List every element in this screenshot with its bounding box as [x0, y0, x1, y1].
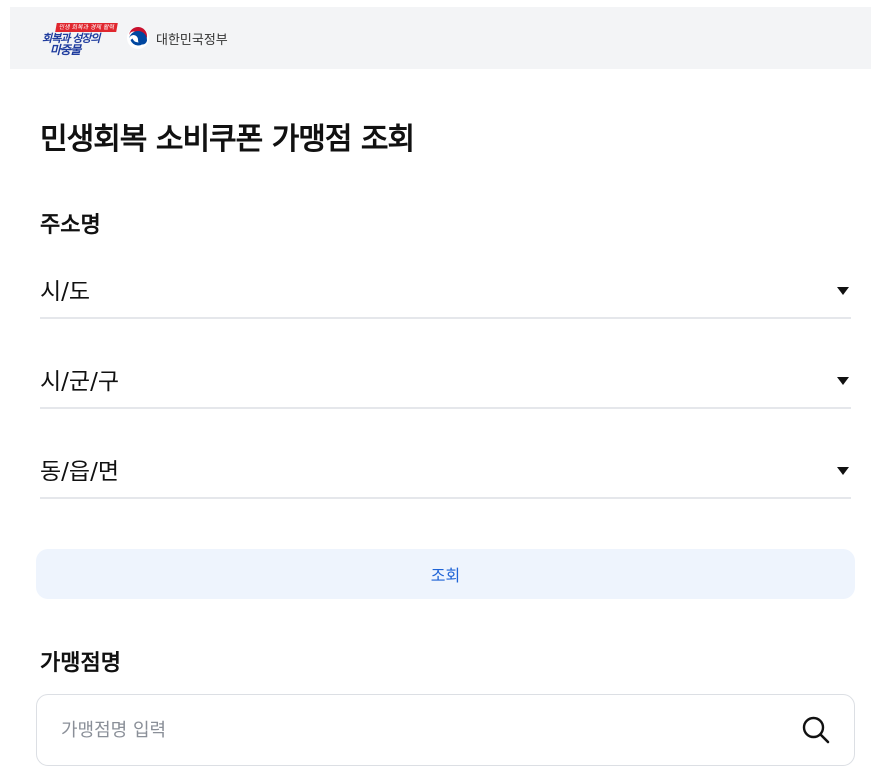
caret-down-icon [837, 287, 849, 295]
campaign-logo-tag: 민생 회복과 경제 활력 [55, 23, 119, 32]
province-select[interactable]: 시/도 [40, 273, 851, 319]
campaign-logo[interactable]: 민생 회복과 경제 활력 회복과 성장의 마중물 [40, 23, 119, 57]
caret-down-icon [837, 377, 849, 385]
city-select-value: 시/군/구 [40, 369, 119, 395]
caret-down-icon [837, 467, 849, 475]
address-section-label: 주소명 [40, 213, 101, 238]
taegeuk-emblem-icon [127, 26, 149, 49]
search-icon[interactable] [801, 715, 831, 745]
store-name-field[interactable] [36, 694, 855, 766]
campaign-logo-line2: 마중물 [50, 43, 81, 57]
store-name-input[interactable] [59, 709, 783, 751]
address-search-button[interactable]: 조회 [36, 549, 855, 599]
town-select[interactable]: 동/읍/면 [40, 453, 851, 499]
store-name-section-label: 가맹점명 [40, 651, 121, 676]
site-header: 민생 회복과 경제 활력 회복과 성장의 마중물 대한민국정부 [10, 7, 871, 69]
province-select-value: 시/도 [40, 279, 91, 305]
government-name: 대한민국정부 [156, 32, 228, 48]
town-select-value: 동/읍/면 [40, 459, 119, 485]
page-title: 민생회복 소비쿠폰 가맹점 조회 [40, 122, 415, 157]
government-logo[interactable]: 대한민국정부 [126, 25, 228, 51]
city-select[interactable]: 시/군/구 [40, 363, 851, 409]
